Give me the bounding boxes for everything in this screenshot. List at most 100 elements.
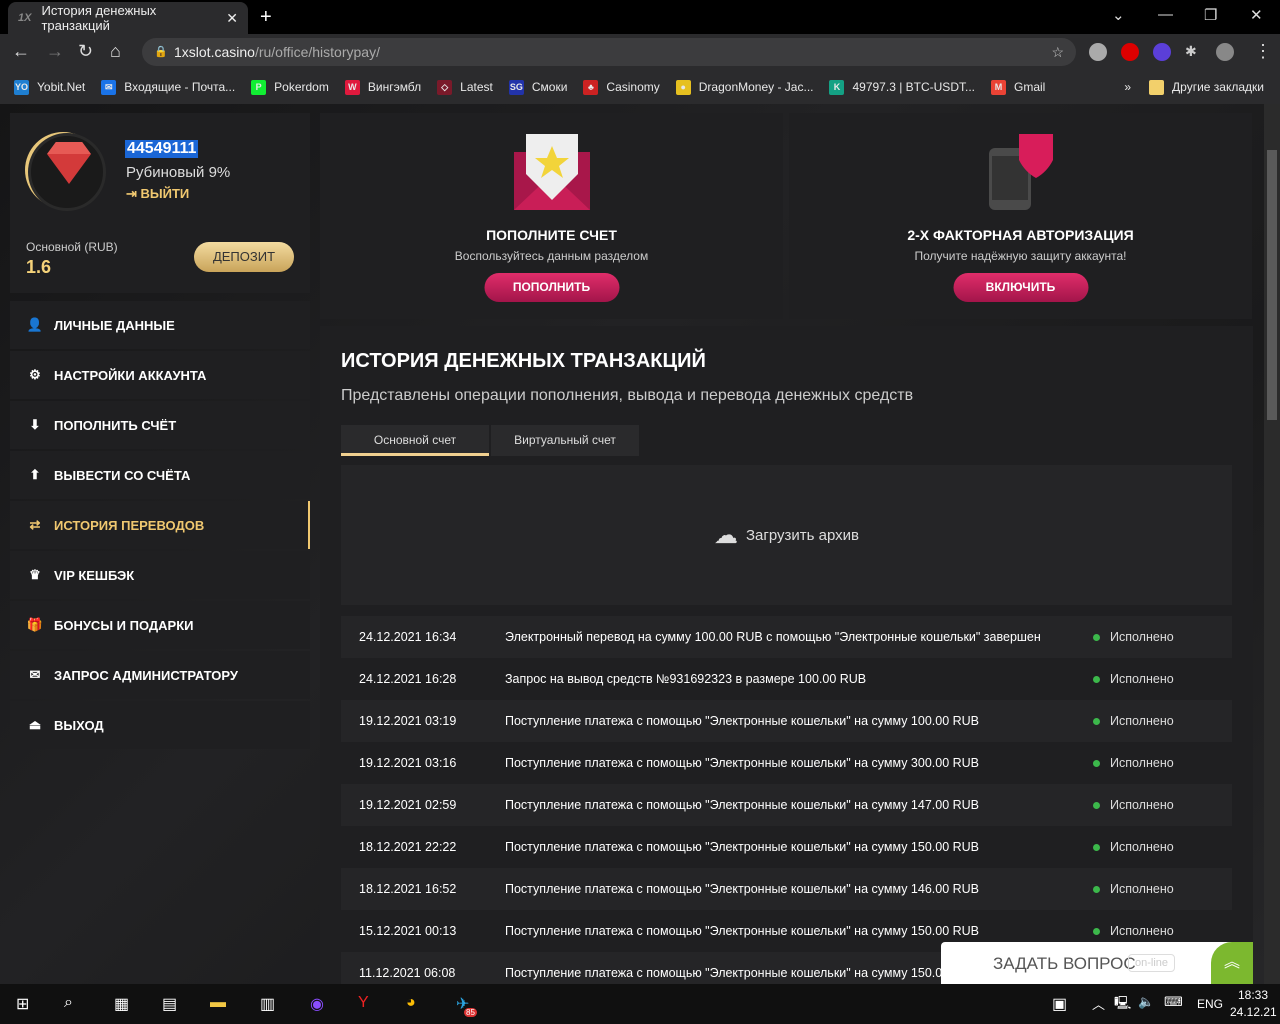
- ghost-extension-icon[interactable]: [1153, 43, 1171, 61]
- menu-icon: 🎁: [26, 617, 44, 632]
- bookmark-item[interactable]: ♣ Casinomy: [583, 79, 660, 95]
- more-bookmarks-button[interactable]: »: [1124, 80, 1131, 94]
- page-subtitle: Представлены операции пополнения, вывода…: [341, 387, 914, 404]
- scroll-up-icon[interactable]: ︽: [1211, 942, 1253, 984]
- user-id: 44549111: [125, 140, 199, 158]
- home-icon[interactable]: ⌂: [110, 41, 121, 62]
- bookmark-favicon-icon: ♣: [583, 79, 599, 95]
- status-label: Исполнено: [1110, 882, 1174, 896]
- bookmark-label: Yobit.Net: [37, 80, 86, 94]
- sidebar-item[interactable]: 👤 ЛИЧНЫЕ ДАННЫЕ: [10, 301, 310, 349]
- sidebar-item[interactable]: ✉ ЗАПРОС АДМИНИСТРАТОРУ: [10, 651, 310, 699]
- bookmark-item[interactable]: W Вингэмбл: [344, 79, 421, 95]
- enable-2fa-button[interactable]: ВКЛЮЧИТЬ: [953, 273, 1088, 302]
- extensions-puzzle-icon[interactable]: ✱: [1185, 43, 1203, 61]
- sidebar-item[interactable]: ⬇ ПОПОЛНИТЬ СЧЁТ: [10, 401, 310, 449]
- ask-question-widget[interactable]: ЗАДАТЬ ВОПРОС on-line ︽: [941, 942, 1253, 984]
- sidebar-item[interactable]: 🎁 БОНУСЫ И ПОДАРКИ: [10, 601, 310, 649]
- adblock-extension-icon[interactable]: [1121, 43, 1139, 61]
- news-app-icon[interactable]: ▤: [162, 994, 177, 1014]
- restore-button[interactable]: ❐: [1204, 6, 1217, 24]
- tab-virtual-account[interactable]: Виртуальный счет: [491, 425, 639, 456]
- sidebar-item-label: ПОПОЛНИТЬ СЧЁТ: [54, 417, 177, 433]
- bookmark-favicon-icon: YO: [14, 79, 29, 95]
- sidebar-item-label: ВЫВЕСТИ СО СЧЁТА: [54, 467, 191, 483]
- sidebar-item[interactable]: ♛ VIP КЕШБЭК: [10, 551, 310, 599]
- clock-time[interactable]: 18:33: [1238, 988, 1268, 1002]
- bookmark-label: Latest: [460, 80, 493, 94]
- row-date: 18.12.2021 22:22: [359, 840, 457, 854]
- upload-archive-button[interactable]: ☁ Загрузить архив: [341, 465, 1232, 605]
- scrollbar-thumb[interactable]: [1267, 150, 1277, 420]
- status-dot-icon: [1093, 927, 1100, 935]
- row-status: Исполнено: [1093, 840, 1174, 854]
- tab-main-account[interactable]: Основной счет: [341, 425, 489, 456]
- bookmark-item[interactable]: YO Yobit.Net: [14, 79, 86, 95]
- bookmark-item[interactable]: ◇ Latest: [437, 79, 493, 95]
- news-widget-icon[interactable]: ▣: [1052, 994, 1067, 1014]
- card-title: ПОПОЛНИТЕ СЧЕТ: [486, 227, 617, 243]
- bookmark-item[interactable]: ✉ Входящие - Почта...: [101, 79, 235, 95]
- card-text: Получите надёжную защиту аккаунта!: [914, 249, 1127, 263]
- file-explorer-icon[interactable]: ▬: [210, 994, 226, 1012]
- volume-icon[interactable]: 🔈: [1138, 994, 1154, 1010]
- row-description: Электронный перевод на сумму 100.00 RUB …: [505, 630, 1041, 644]
- back-icon[interactable]: ←: [12, 41, 30, 62]
- bookmark-item[interactable]: K 49797.3 | BTC-USDT...: [829, 79, 975, 95]
- sidebar-item-label: ЛИЧНЫЕ ДАННЫЕ: [54, 317, 175, 333]
- clock-date[interactable]: 24.12.21: [1230, 1005, 1277, 1019]
- new-tab-button[interactable]: +: [260, 6, 272, 29]
- bookmark-item[interactable]: P Pokerdom: [251, 79, 329, 95]
- deposit-button[interactable]: ДЕПОЗИТ: [194, 242, 294, 272]
- ruby-rank-avatar: [28, 133, 106, 211]
- sidebar-item[interactable]: ⏏ ВЫХОД: [10, 701, 310, 749]
- calendar-app-icon[interactable]: ▦: [114, 994, 129, 1014]
- media-app-icon[interactable]: ◉: [310, 994, 324, 1014]
- other-bookmarks-folder[interactable]: Другие закладки: [1149, 79, 1264, 95]
- search-icon[interactable]: ⌕: [64, 994, 73, 1012]
- sidebar-item[interactable]: ⬆ ВЫВЕСТИ СО СЧЁТА: [10, 451, 310, 499]
- calculator-icon[interactable]: ▥: [260, 994, 275, 1014]
- reload-icon[interactable]: ↻: [78, 41, 93, 62]
- status-label: Исполнено: [1110, 840, 1174, 854]
- status-label: Исполнено: [1110, 798, 1174, 812]
- scrollbar[interactable]: [1264, 104, 1280, 984]
- bookmark-favicon-icon: ◇: [437, 79, 453, 95]
- row-date: 24.12.2021 16:34: [359, 630, 457, 644]
- profile-avatar[interactable]: [1216, 43, 1234, 61]
- bookmark-item[interactable]: ● DragonMoney - Jac...: [675, 79, 813, 95]
- menu-kebab-icon[interactable]: ⋮: [1254, 41, 1272, 62]
- close-window-button[interactable]: ✕: [1250, 6, 1263, 24]
- keyboard-icon[interactable]: ⌨: [1164, 994, 1183, 1010]
- status-dot-icon: [1093, 801, 1100, 809]
- tab-search-icon[interactable]: ⌄: [1112, 6, 1125, 24]
- bookmark-item[interactable]: SG Смоки: [508, 79, 567, 95]
- logout-link[interactable]: ⇥ ВЫЙТИ: [126, 186, 189, 202]
- bookmark-star-icon[interactable]: ☆: [1051, 38, 1064, 66]
- chrome-icon[interactable]: ◕: [406, 994, 416, 1012]
- network-icon[interactable]: 🖳: [1114, 994, 1131, 1016]
- sidebar-item[interactable]: ⚙ НАСТРОЙКИ АККАУНТА: [10, 351, 310, 399]
- tray-chevron-icon[interactable]: ︿: [1092, 994, 1105, 1013]
- yandex-browser-icon[interactable]: Y: [358, 994, 369, 1012]
- top-up-button[interactable]: ПОПОЛНИТЬ: [484, 273, 619, 302]
- globe-extension-icon[interactable]: [1089, 43, 1107, 61]
- title-bar: 1X История денежных транзакций ✕ + ⌄ — ❐ ✕: [0, 0, 1280, 34]
- minimize-button[interactable]: —: [1158, 6, 1173, 23]
- bookmark-item[interactable]: M Gmail: [990, 79, 1045, 95]
- status-label: Исполнено: [1110, 756, 1174, 770]
- bookmark-label: Pokerdom: [274, 80, 329, 94]
- address-bar[interactable]: 🔒 1xslot.casino/ru/office/historypay/ ☆: [142, 38, 1076, 66]
- menu-icon: ⏏: [28, 717, 42, 732]
- url-domain: 1xslot.casino: [174, 44, 255, 60]
- close-tab-icon[interactable]: ✕: [226, 10, 238, 27]
- telegram-badge: 85: [464, 1008, 477, 1017]
- language-indicator[interactable]: ENG: [1197, 997, 1223, 1011]
- status-dot-icon: [1093, 843, 1100, 851]
- start-icon[interactable]: ⊞: [16, 994, 29, 1014]
- sidebar-item[interactable]: ⇄ ИСТОРИЯ ПЕРЕВОДОВ: [10, 501, 310, 549]
- browser-tab[interactable]: 1X История денежных транзакций ✕: [8, 2, 248, 34]
- row-description: Поступление платежа с помощью "Электронн…: [505, 798, 980, 812]
- bookmark-favicon-icon: M: [990, 79, 1006, 95]
- forward-icon[interactable]: →: [46, 41, 64, 62]
